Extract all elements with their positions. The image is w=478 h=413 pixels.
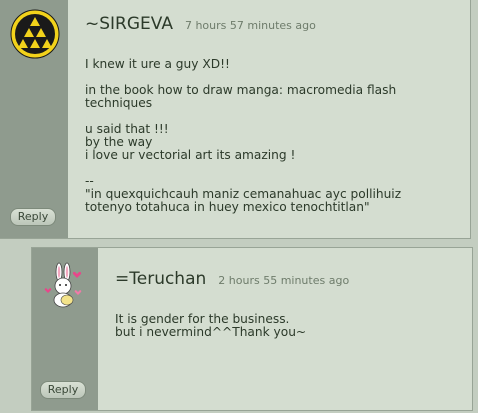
comment-sirgeva: Reply ~SIRGEVA 7 hours 57 minutes ago I … [0, 0, 471, 239]
reply-button[interactable]: Reply [10, 208, 56, 226]
timestamp: 2 hours 55 minutes ago [218, 274, 350, 287]
comment-text: It is gender for the business. but i nev… [115, 312, 307, 339]
comment-teruchan: Reply =Teruchan 2 hours 55 minutes ago I… [31, 247, 473, 411]
timestamp: 7 hours 57 minutes ago [184, 19, 316, 32]
username-link[interactable]: ~SIRGEVA [85, 14, 173, 34]
comment-text: I knew it ure a guy XD!! in the book how… [85, 57, 402, 214]
comment-header: ~SIRGEVA 7 hours 57 minutes ago [85, 14, 316, 34]
comment-sidebar: Reply [32, 248, 98, 410]
avatar[interactable] [10, 9, 60, 59]
comment-sidebar: Reply [0, 0, 68, 238]
username-link[interactable]: =Teruchan [115, 269, 206, 289]
comment-body: =Teruchan 2 hours 55 minutes ago It is g… [98, 248, 472, 410]
comment-body: ~SIRGEVA 7 hours 57 minutes ago I knew i… [68, 0, 470, 238]
bunny-with-hearts-avatar-icon [44, 262, 82, 308]
avatar[interactable] [40, 260, 90, 310]
triforce-triangles-avatar-icon [10, 9, 60, 59]
reply-button[interactable]: Reply [40, 381, 86, 399]
comment-header: =Teruchan 2 hours 55 minutes ago [115, 269, 349, 289]
